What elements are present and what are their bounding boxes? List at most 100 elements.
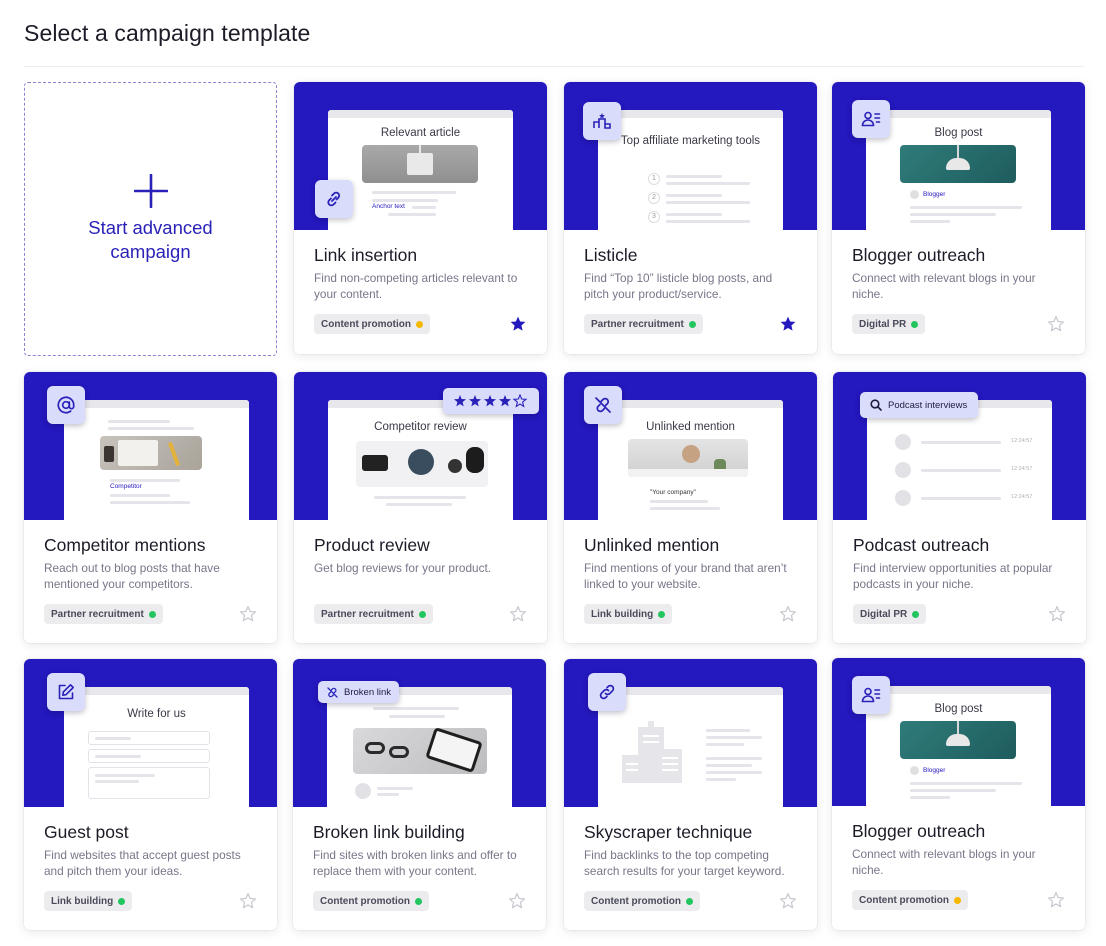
favorite-star-icon[interactable] [1048,605,1066,623]
mock-caption: "Your company" [650,489,696,496]
tag-label: Link building [591,608,654,620]
template-card-podcast-outreach[interactable]: 12:24:57 12:24:57 12:24:57 Podcast inter… [833,372,1086,643]
template-card-broken-link-building[interactable]: Broken link Broken link building Find si… [293,659,546,930]
list-number: 2 [648,192,660,204]
card-hero: Blog post Blogger [832,82,1085,230]
favorite-star-icon[interactable] [779,315,797,333]
mock-heading: Blog post [934,127,983,139]
template-card-product-review[interactable]: Competitor review Product review Get blo… [294,372,547,643]
card-hero: Write for us [24,659,277,807]
notebook-image [100,436,202,470]
favorite-star-icon[interactable] [508,892,526,910]
card-title: Broken link building [313,822,465,842]
template-card-guest-post[interactable]: Write for us Guest post Find websites th… [24,659,277,930]
favorite-star-icon[interactable] [509,605,527,623]
favorite-star-icon[interactable] [509,315,527,333]
card-title: Link insertion [314,245,418,265]
broken-link-pill: Broken link [318,681,399,703]
card-description: Find mentions of your brand that aren’t … [584,561,787,591]
card-description: Find websites that accept guest posts an… [44,848,241,878]
category-tag: Content promotion [314,314,430,334]
card-hero [564,659,817,807]
status-dot [911,320,919,328]
favorite-star-icon[interactable] [1047,315,1065,333]
skyscraper-illustration [622,721,682,783]
start-advanced-campaign-label: Start advanced campaign [88,217,213,262]
status-dot [685,897,693,905]
user-profile-icon [852,100,890,138]
card-hero: Relevant article Anchor text [294,82,547,230]
episode-time: 12:24:57 [1011,466,1033,472]
category-tag: Partner recruitment [44,604,163,624]
review-mockup: Competitor review [328,400,513,520]
tag-label: Partner recruitment [321,608,414,620]
template-card-blogger-outreach-2[interactable]: Blog post Blogger Blogger outreach Conne… [832,658,1085,930]
article-mockup: Unlinked mention "Your company" [598,400,783,520]
rating-stars-icon [443,388,539,414]
category-tag: Link building [584,604,673,624]
card-hero: Top affiliate marketing tools 1 2 3 [564,82,817,230]
clock-image [628,439,748,477]
episode-time: 12:24:57 [1011,494,1033,500]
unlink-chain-icon [315,180,353,218]
status-dot [148,610,156,618]
plus-icon [133,174,168,208]
card-description: Connect with relevant blogs in your nich… [852,847,1036,877]
category-tag: Content promotion [584,891,700,911]
template-grid: Start advanced campaign Relevant article… [24,82,1086,934]
card-title: Podcast outreach [853,535,990,555]
mock-heading: Top affiliate marketing tools [620,135,761,147]
user-profile-icon [852,676,890,714]
podcast-mockup: 12:24:57 12:24:57 12:24:57 [867,400,1052,520]
card-hero: Competitor review [294,372,547,520]
category-tag: Partner recruitment [314,604,433,624]
card-title: Competitor mentions [44,535,206,555]
favorite-star-icon[interactable] [779,892,797,910]
card-description: Reach out to blog posts that have mentio… [44,561,220,591]
article-image [362,145,478,183]
product-image [356,441,488,487]
favorite-star-icon[interactable] [1047,891,1065,909]
favorite-star-icon[interactable] [779,605,797,623]
status-dot [953,896,961,904]
mock-caption: Blogger [923,191,946,198]
template-card-competitor-mentions[interactable]: Competitor Competitor mentions Reach out… [24,372,277,643]
template-card-listicle[interactable]: Top affiliate marketing tools 1 2 3 List… [564,82,817,354]
start-advanced-campaign-button[interactable]: Start advanced campaign [24,82,277,356]
lamp-image [900,721,1016,759]
mock-caption: Anchor text [372,203,405,210]
category-tag: Digital PR [853,604,927,624]
card-hero: Competitor [24,372,277,520]
podcast-search-pill: Podcast interviews [860,392,978,418]
card-title: Listicle [584,245,638,265]
tag-label: Digital PR [860,608,908,620]
card-title: Guest post [44,822,129,842]
template-card-unlinked-mention[interactable]: Unlinked mention "Your company" Unlinked… [564,372,817,643]
tag-label: Partner recruitment [51,608,144,620]
mock-heading: Competitor review [374,421,467,433]
search-icon [870,399,882,411]
template-card-link-insertion[interactable]: Relevant article Anchor text Link insert… [294,82,547,354]
blog-post-mockup: Blog post Blogger [866,686,1051,806]
tag-label: Link building [51,895,114,907]
podium-icon [583,102,621,140]
card-hero: Unlinked mention "Your company" [564,372,817,520]
favorite-star-icon[interactable] [239,892,257,910]
favorite-star-icon[interactable] [239,605,257,623]
status-dot [688,320,696,328]
template-card-blogger-outreach[interactable]: Blog post Blogger Blogger outreach Conne… [832,82,1085,354]
episode-time: 12:24:57 [1011,438,1033,444]
form-mockup: Write for us [64,687,249,807]
mock-heading: Blog post [934,703,983,715]
card-title: Unlinked mention [584,535,720,555]
status-dot [418,610,426,618]
header-divider [24,66,1084,67]
template-card-skyscraper-technique[interactable]: Skyscraper technique Find backlinks to t… [564,659,817,930]
card-hero: Broken link [293,659,546,807]
category-tag: Partner recruitment [584,314,703,334]
card-hero: Blog post Blogger [832,658,1085,806]
article-mockup [327,687,512,807]
article-mockup: Competitor [64,400,249,520]
status-dot [912,610,920,618]
broken-link-icon [327,686,338,698]
